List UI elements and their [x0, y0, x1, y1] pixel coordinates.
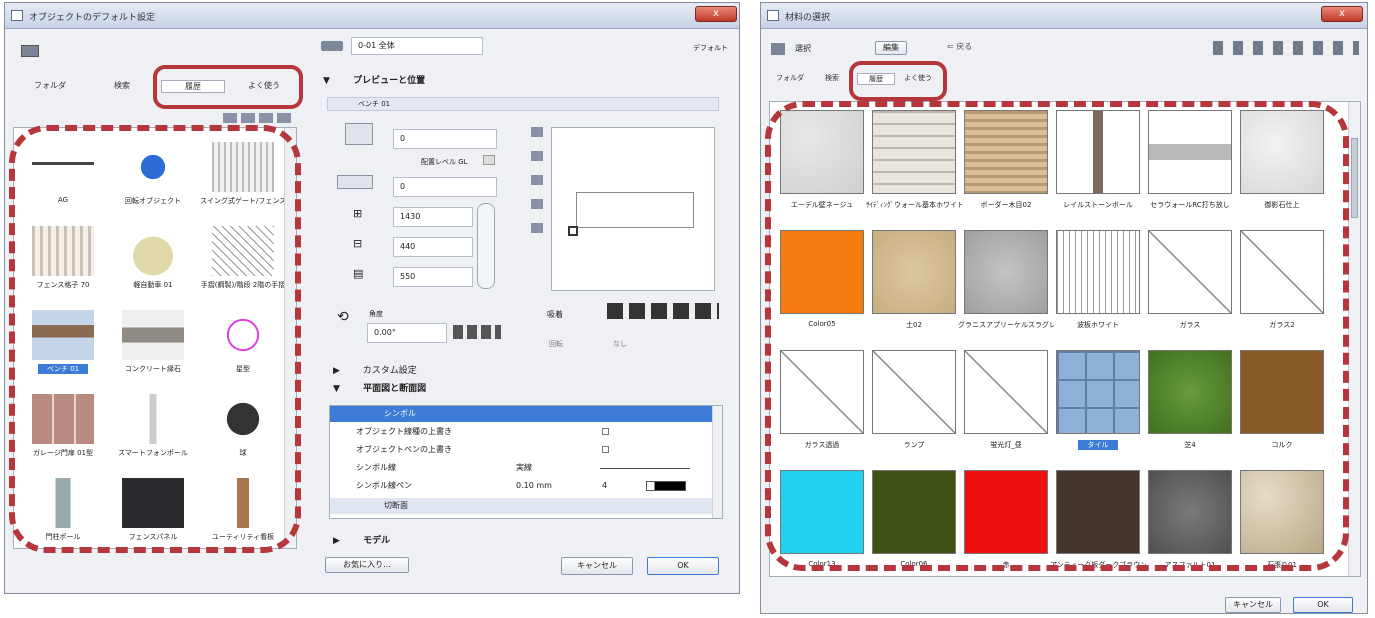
row-checkbox[interactable] [602, 428, 609, 435]
symbol-row[interactable]: オブジェクトペンの上書き [330, 442, 722, 458]
window-icon [767, 10, 779, 21]
row-label: オブジェクト線種の上書き [356, 427, 452, 436]
angle-field[interactable]: 0.00° [367, 323, 447, 343]
cancel-button[interactable]: キャンセル [561, 557, 633, 575]
layer-dropdown[interactable]: 0-01 全体 [351, 37, 483, 55]
preview-view-icons[interactable] [531, 127, 543, 237]
symbol-header-row[interactable]: シンボル [330, 406, 722, 422]
section-header: 切断面 [384, 501, 408, 510]
row-label: オブジェクトペンの上書き [356, 445, 452, 454]
scroll-thumb[interactable] [1351, 138, 1358, 218]
ground-icon [337, 175, 373, 189]
window-icon [11, 10, 23, 21]
row-value: 実線 [516, 463, 532, 472]
plan-section-label: 平面図と断面図 [363, 384, 427, 394]
tab-folder[interactable]: フォルダ [771, 73, 809, 83]
pen-sample [646, 481, 686, 491]
symbol-row[interactable]: オブジェクト線種の上書き [330, 424, 722, 440]
symbol-settings-table: シンボル オブジェクト線種の上書き オブジェクトペンの上書き シンボル線 実線 シ… [329, 405, 723, 519]
back-label: 戻る [956, 42, 973, 51]
layer-icon [321, 41, 343, 51]
back-button[interactable]: ⇐ 戻る [947, 41, 972, 52]
angle-icon: ⟲ [337, 309, 349, 325]
custom-section-header[interactable]: ▶ カスタム設定 [333, 363, 417, 376]
elevation-ref-dropdown[interactable] [483, 155, 495, 165]
row-checkbox[interactable] [602, 446, 609, 453]
chain-lock-icon[interactable] [477, 203, 495, 289]
symbol-header: シンボル [384, 409, 416, 418]
tabs-highlight [153, 65, 303, 109]
view-label[interactable]: 選択 [795, 43, 811, 54]
cancel-button[interactable]: キャンセル [1225, 597, 1281, 613]
elevation-field-1[interactable]: 0 [393, 129, 497, 149]
width-icon: ⊞ [353, 207, 363, 220]
anchor-label: 吸着 [547, 310, 563, 319]
symbol-row[interactable]: シンボル線 実線 [330, 460, 722, 476]
preview-section-header[interactable]: ▼ プレビューと位置 [323, 73, 425, 86]
row-label: シンボル線 [356, 463, 396, 472]
model-section-label: モデル [363, 536, 391, 546]
object-list-highlight [9, 125, 301, 553]
elevation-icon [345, 123, 373, 145]
height-field[interactable]: 550 [393, 267, 473, 287]
object-name-bar: ベンチ 01 [327, 97, 719, 111]
elevation-field-2[interactable]: 0 [393, 177, 497, 197]
tab-search[interactable]: 検索 [813, 73, 851, 83]
row-value: 0.10 mm [516, 481, 552, 490]
view-icon[interactable] [771, 43, 785, 55]
back-arrow-icon: ⇐ [947, 42, 954, 51]
object-name: ベンチ 01 [358, 100, 391, 108]
section-header-row[interactable]: 切断面 [330, 498, 722, 514]
placement-icons[interactable] [607, 303, 719, 319]
favorites-button[interactable]: お気に入り... [325, 557, 409, 573]
grid-scrollbar[interactable] [1348, 102, 1360, 576]
window-title: 材料の選択 [785, 13, 831, 23]
ok-button[interactable]: OK [647, 557, 719, 575]
mirror-icons[interactable] [453, 325, 501, 339]
title-bar: オブジェクトのデフォルト設定 x [5, 3, 739, 29]
thumb-size-icons[interactable] [223, 113, 295, 123]
close-button[interactable]: x [1321, 6, 1363, 22]
option-none[interactable]: なし [613, 339, 627, 349]
view-toolbar-icons[interactable] [1213, 41, 1359, 55]
option-label: 回転 [549, 340, 563, 348]
width-field[interactable]: 1430 [393, 207, 473, 227]
ok-button[interactable]: OK [1293, 597, 1353, 613]
tab-folder[interactable]: フォルダ [19, 80, 81, 91]
edit-button[interactable]: 編集 [875, 41, 907, 55]
row-label: シンボル線ペン [356, 481, 412, 490]
material-grid-highlight [765, 101, 1349, 571]
height-icon: ▤ [353, 267, 364, 280]
anchor-marker [568, 226, 578, 236]
angle-label: 角度 [369, 310, 383, 318]
table-scrollbar[interactable] [712, 406, 722, 518]
row-value-2: 4 [602, 481, 608, 490]
preview-section-label: プレビューと位置 [353, 76, 426, 86]
plan-section-header[interactable]: ▼ 平面図と断面図 [333, 381, 426, 394]
model-section-header[interactable]: ▶ モデル [333, 533, 390, 546]
depth-icon: ⊟ [353, 237, 363, 250]
tabs-highlight [849, 61, 947, 101]
preview-object-outline [576, 192, 694, 228]
window-title: オブジェクトのデフォルト設定 [29, 13, 156, 23]
view-mode-icon[interactable] [21, 45, 39, 57]
symbol-row[interactable]: シンボル線ペン 0.10 mm 4 [330, 478, 722, 494]
default-label: デフォルト [693, 44, 728, 52]
elevation-ref-label: 配置レベル GL [421, 158, 468, 166]
depth-field[interactable]: 440 [393, 237, 473, 257]
close-button[interactable]: x [695, 6, 737, 22]
title-bar: 材料の選択 x [761, 3, 1367, 29]
tab-search[interactable]: 検索 [91, 80, 153, 91]
object-settings-window: オブジェクトのデフォルト設定 x フォルダ 検索 履歴 よく使う AG 回転オブジ… [4, 2, 740, 594]
preview-canvas[interactable] [551, 127, 715, 291]
line-sample [600, 468, 690, 469]
material-picker-window: 材料の選択 x 選択 編集 ⇐ 戻る フォルダ 検索 履歴 よく使う エーデル壁… [760, 2, 1368, 614]
custom-section-label: カスタム設定 [362, 366, 417, 376]
